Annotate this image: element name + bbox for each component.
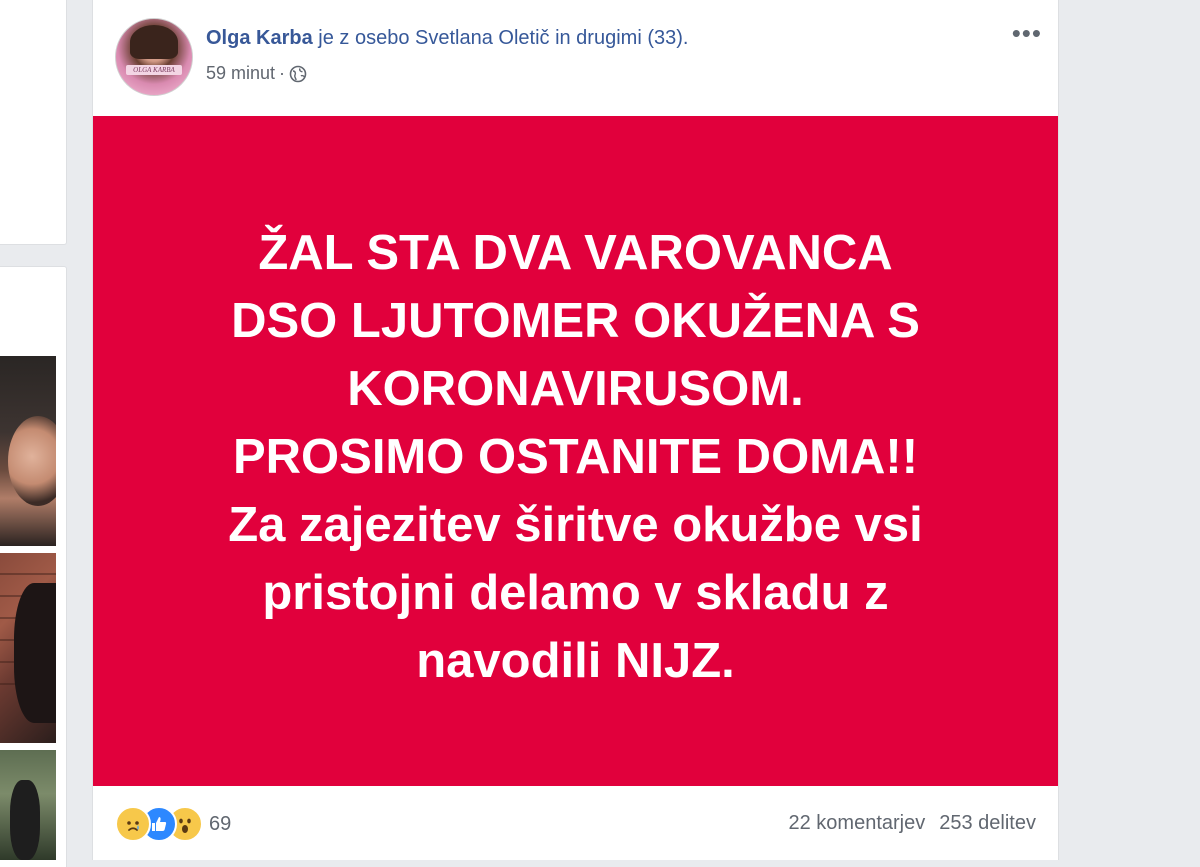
sad-icon: [115, 806, 151, 842]
post-meta: 59 minut ·: [206, 63, 307, 84]
feed-post: OLGA KARBA Olga Karba je z osebo Svetlan…: [92, 0, 1059, 860]
reactions-summary[interactable]: 69: [115, 806, 231, 842]
avatar-tag: OLGA KARBA: [126, 65, 182, 75]
banner-line: navodili NIJZ.: [416, 634, 735, 688]
globe-icon[interactable]: [289, 65, 307, 83]
post-text-banner[interactable]: ŽAL STA DVA VAROVANCA DSO LJUTOMER OKUŽE…: [93, 116, 1058, 786]
banner-line: DSO LJUTOMER OKUŽENA S: [231, 294, 920, 348]
reaction-count: 69: [209, 812, 232, 835]
author-avatar[interactable]: OLGA KARBA: [115, 18, 193, 96]
photo-thumbnail[interactable]: [0, 750, 56, 860]
post-header: Olga Karba je z osebo Svetlana Oletič in…: [206, 27, 688, 50]
photo-thumbnail[interactable]: [0, 553, 56, 743]
banner-line: pristojni delamo v skladu z: [262, 566, 889, 620]
banner-text: ŽAL STA DVA VAROVANCA DSO LJUTOMER OKUŽE…: [133, 219, 1018, 695]
banner-line: ŽAL STA DVA VAROVANCA: [258, 226, 893, 280]
meta-separator: ·: [279, 63, 286, 83]
banner-line: PROSIMO OSTANITE DOMA!!: [232, 430, 919, 484]
banner-line: Za zajezitev širitve okužbe vsi: [228, 498, 923, 552]
shares-count-link[interactable]: 253 delitev: [939, 812, 1036, 835]
author-name-link[interactable]: Olga Karba: [206, 27, 313, 49]
post-timestamp[interactable]: 59 minut: [206, 63, 275, 84]
post-stats: 22 komentarjev 253 delitev: [789, 812, 1037, 835]
comments-count-link[interactable]: 22 komentarjev: [789, 812, 926, 835]
tagged-people-link[interactable]: je z osebo Svetlana Oletič in drugimi (3…: [318, 27, 688, 49]
more-options-button[interactable]: •••: [1012, 20, 1042, 46]
photo-thumbnail[interactable]: [0, 356, 56, 546]
banner-line: KORONAVIRUSOM.: [347, 362, 804, 416]
left-sidebar-card: [0, 0, 67, 245]
